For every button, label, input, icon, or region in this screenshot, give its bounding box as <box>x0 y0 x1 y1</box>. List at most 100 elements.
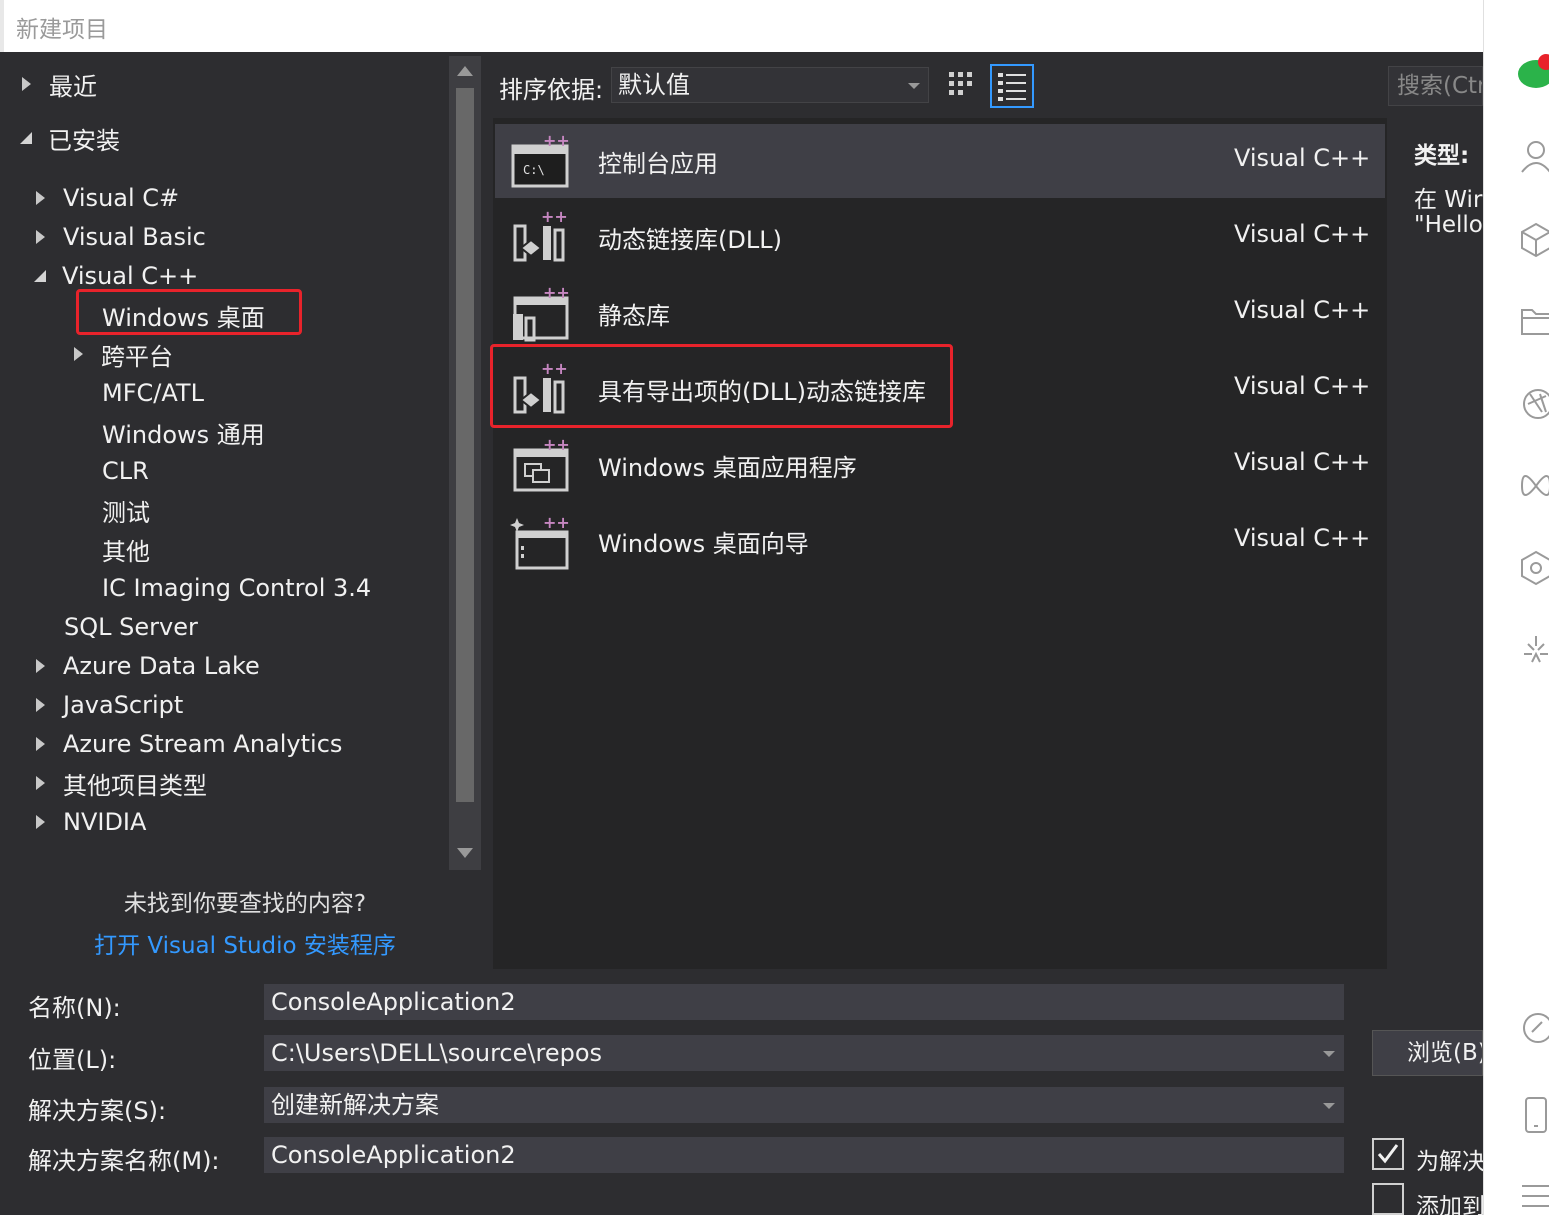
search-input[interactable]: 搜索(Ctrl+E) <box>1388 66 1483 106</box>
tree-node-label: Azure Stream Analytics <box>63 730 343 758</box>
solution-name-label: 解决方案名称(M): <box>28 1147 220 1175</box>
expand-arrow-icon[interactable] <box>36 230 45 244</box>
svg-text:++: ++ <box>543 284 570 302</box>
type-description: 在 Wir <box>1414 187 1483 213</box>
tree-node-label: JavaScript <box>63 691 184 719</box>
scroll-up-icon[interactable] <box>457 66 473 76</box>
tree-node-installed[interactable]: 已安装 <box>20 120 120 156</box>
expand-arrow-icon[interactable] <box>74 347 83 361</box>
location-combobox[interactable]: C:\Users\DELL\source\repos <box>264 1035 1344 1071</box>
chevron-down-icon[interactable] <box>1323 1051 1335 1057</box>
add-to-source-control-checkbox[interactable] <box>1372 1183 1404 1215</box>
hexagon-icon[interactable] <box>1518 548 1549 588</box>
open-installer-link[interactable]: 打开 Visual Studio 安装程序 <box>0 926 490 960</box>
butterfly-icon[interactable] <box>1518 466 1549 506</box>
tree-node-label: Visual Basic <box>63 223 206 251</box>
dll-icon: ++ <box>513 208 568 262</box>
tree-node-nvidia[interactable]: NVIDIA <box>36 804 146 840</box>
tree-node-label: Windows 通用 <box>102 420 265 449</box>
wizard-icon: ++ <box>510 513 570 570</box>
expand-arrow-icon[interactable] <box>36 737 45 751</box>
tree-node-other-project-types[interactable]: 其他项目类型 <box>36 765 207 801</box>
tree-node-label: 最近 <box>49 72 97 101</box>
expand-arrow-icon[interactable] <box>36 776 45 790</box>
chevron-down-icon[interactable] <box>1323 1103 1335 1109</box>
create-directory-checkbox[interactable] <box>1372 1138 1404 1170</box>
collapse-arrow-icon[interactable] <box>20 132 32 144</box>
expand-arrow-icon[interactable] <box>36 659 45 673</box>
expand-arrow-icon[interactable] <box>36 191 45 205</box>
tree-node-label: SQL Server <box>64 613 198 641</box>
name-label: 名称(N): <box>28 994 121 1022</box>
template-windows-desktop-wizard[interactable]: ++ Windows 桌面向导 Visual C++ <box>495 504 1385 578</box>
tree-node-azure-stream-analytics[interactable]: Azure Stream Analytics <box>36 726 342 762</box>
template-dll[interactable]: ++ 动态链接库(DLL) Visual C++ <box>495 200 1385 274</box>
link-icon[interactable] <box>1518 1008 1549 1048</box>
window-title: 新建项目 <box>16 17 108 43</box>
template-name: 控制台应用 <box>598 150 718 178</box>
scrollbar-thumb[interactable] <box>456 88 474 802</box>
tree-node-ic-imaging[interactable]: IC Imaging Control 3.4 <box>102 570 371 606</box>
tree-node-sql-server[interactable]: SQL Server <box>64 609 198 645</box>
tree-node-other[interactable]: 其他 <box>102 531 150 567</box>
tree-node-test[interactable]: 测试 <box>102 492 150 528</box>
expand-arrow-icon[interactable] <box>36 815 45 829</box>
browse-button[interactable]: 浏览(B) <box>1372 1030 1483 1076</box>
svg-text:++: ++ <box>543 132 570 150</box>
tree-node-label: Visual C++ <box>62 262 199 290</box>
svg-text:++: ++ <box>543 436 570 454</box>
app-sidebar <box>1483 0 1549 1215</box>
list-view-button[interactable] <box>990 64 1034 108</box>
phone-icon[interactable] <box>1518 1094 1549 1134</box>
solution-name-input[interactable]: ConsoleApplication2 <box>264 1137 1344 1173</box>
solution-label: 解决方案(S): <box>28 1097 167 1125</box>
tree-node-label: 测试 <box>102 498 150 527</box>
folder-icon[interactable] <box>1518 300 1549 340</box>
contacts-icon[interactable] <box>1518 136 1549 176</box>
tree-scrollbar[interactable] <box>449 56 481 870</box>
name-input[interactable]: ConsoleApplication2 <box>264 984 1344 1020</box>
expand-arrow-icon[interactable] <box>22 77 31 91</box>
tree-node-cross-platform[interactable]: 跨平台 <box>74 336 173 372</box>
template-list: C:\ ++ 控制台应用 Visual C++ ++ 动态链接库(DLL) Vi… <box>493 118 1387 969</box>
tree-node-mfc-atl[interactable]: MFC/ATL <box>102 375 204 411</box>
aperture-icon[interactable] <box>1518 384 1549 424</box>
sort-dropdown[interactable]: 默认值 <box>611 67 929 103</box>
tree-node-javascript[interactable]: JavaScript <box>36 687 183 723</box>
scroll-down-icon[interactable] <box>457 848 473 858</box>
template-windows-desktop-app[interactable]: ++ Windows 桌面应用程序 Visual C++ <box>495 428 1385 502</box>
template-static-lib[interactable]: ++ 静态库 Visual C++ <box>495 276 1385 350</box>
svg-text:++: ++ <box>543 513 570 532</box>
sort-value: 默认值 <box>618 71 690 99</box>
tree-node-label: 跨平台 <box>101 342 173 371</box>
template-name: 静态库 <box>598 302 670 330</box>
menu-icon[interactable] <box>1518 1176 1549 1215</box>
chat-icon[interactable] <box>1516 54 1549 94</box>
tree-node-azure-data-lake[interactable]: Azure Data Lake <box>36 648 260 684</box>
spark-icon[interactable] <box>1518 630 1549 670</box>
cube-icon[interactable] <box>1518 218 1549 258</box>
location-value: C:\Users\DELL\source\repos <box>271 1039 603 1067</box>
sort-label: 排序依据: <box>499 76 604 104</box>
tree-node-visual-csharp[interactable]: Visual C# <box>36 180 179 216</box>
template-language: Visual C++ <box>1234 144 1371 172</box>
template-language: Visual C++ <box>1234 220 1371 248</box>
solution-dropdown[interactable]: 创建新解决方案 <box>264 1087 1344 1123</box>
grid-view-icon[interactable] <box>946 68 980 102</box>
expand-arrow-icon[interactable] <box>36 698 45 712</box>
checkmark-icon <box>1377 1144 1399 1164</box>
template-name: Windows 桌面向导 <box>598 530 809 558</box>
tree-node-label: Azure Data Lake <box>63 652 260 680</box>
chevron-down-icon <box>908 83 920 89</box>
highlight-box-dll-exports <box>490 344 953 428</box>
list-view-icon <box>998 73 1026 101</box>
tree-node-visual-basic[interactable]: Visual Basic <box>36 219 206 255</box>
tree-node-recent[interactable]: 最近 <box>22 66 97 102</box>
tree-node-windows-universal[interactable]: Windows 通用 <box>102 414 265 450</box>
tree-node-label: IC Imaging Control 3.4 <box>102 574 372 602</box>
template-console-app[interactable]: C:\ ++ 控制台应用 Visual C++ <box>495 124 1385 198</box>
tree-node-clr[interactable]: CLR <box>102 453 149 489</box>
location-label: 位置(L): <box>28 1046 117 1074</box>
svg-text:++: ++ <box>541 208 568 226</box>
collapse-arrow-icon[interactable] <box>34 270 46 282</box>
